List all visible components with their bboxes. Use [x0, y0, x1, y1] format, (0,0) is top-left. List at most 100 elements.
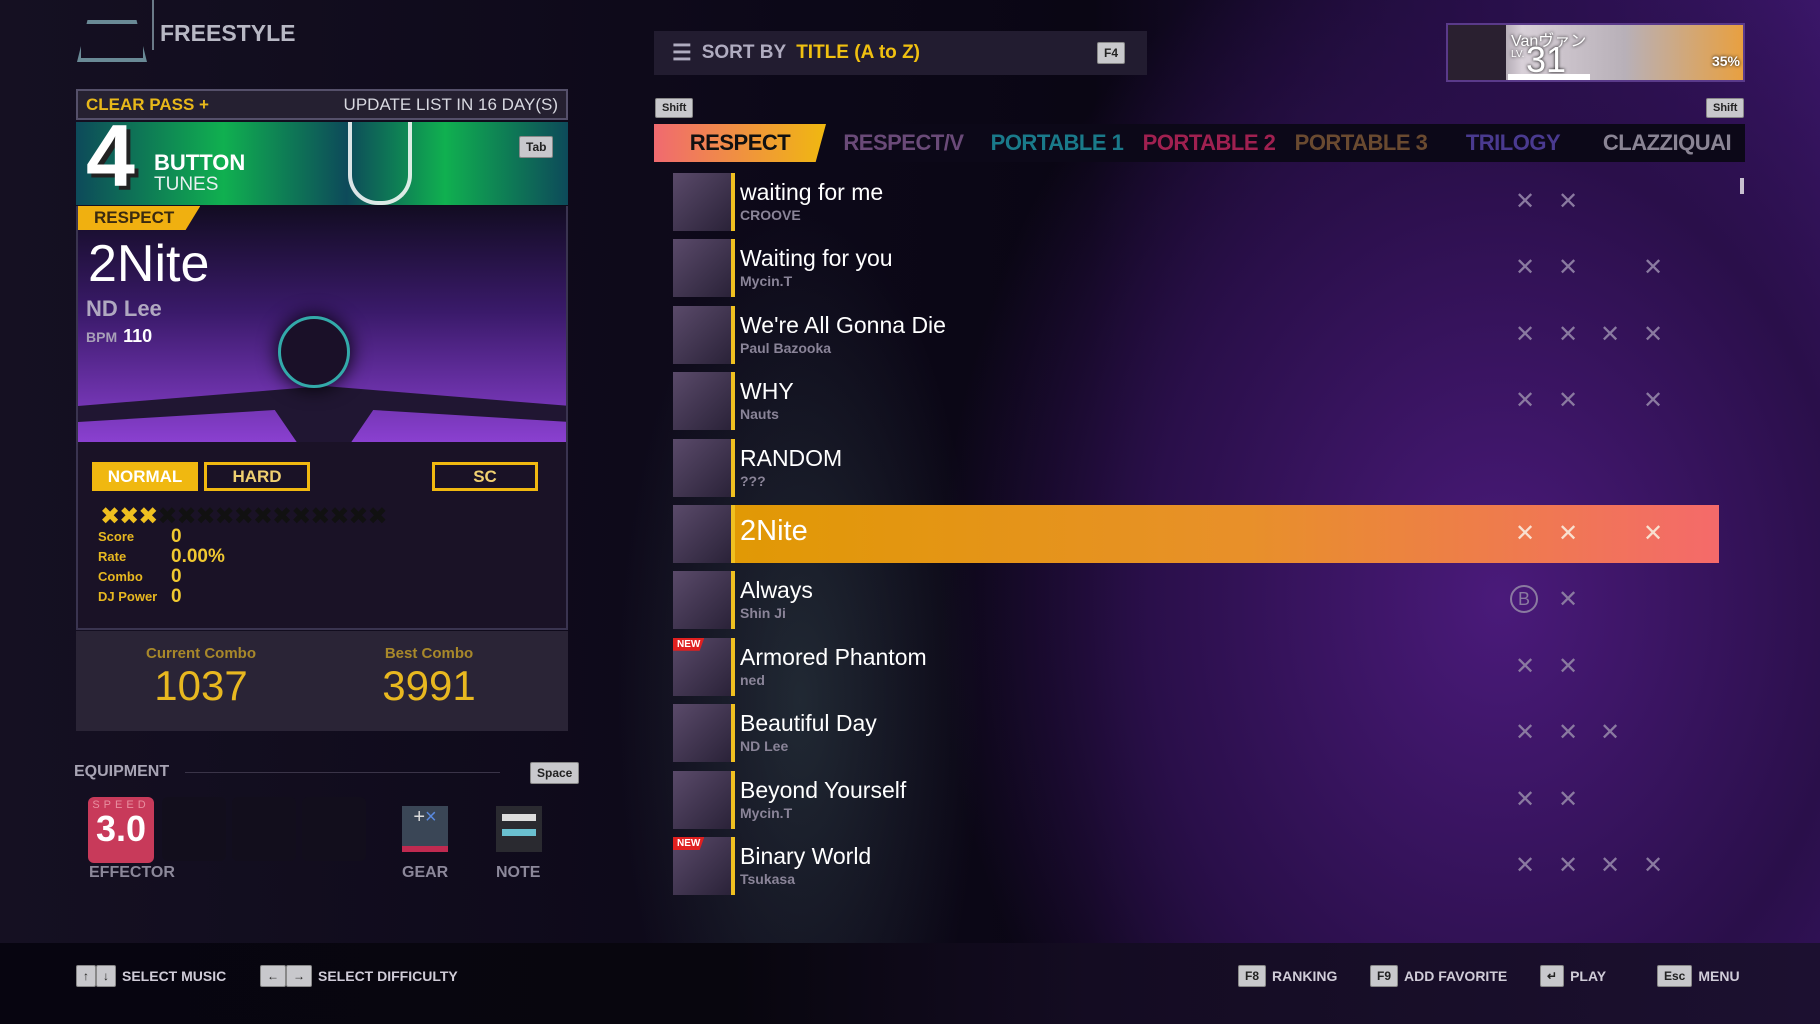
divider [731, 505, 735, 563]
effector-slot[interactable] [232, 797, 296, 861]
new-badge: NEW [673, 837, 705, 850]
star-empty-icon: ✖ [291, 503, 311, 530]
song-row-artist: Shin Ji [740, 605, 786, 622]
hint-select-music[interactable]: ↑ ↓ SELECT MUSIC [76, 965, 226, 987]
song-row-artist: ned [740, 671, 765, 688]
song-row[interactable]: Beyond Yourself Mycin.T ✕ ✕ [673, 770, 1719, 829]
song-row-title: 2Nite [740, 515, 808, 547]
tunes-label: TUNES [154, 174, 219, 195]
star-empty-icon: ✖ [195, 503, 216, 530]
hint-menu[interactable]: Esc MENU [1657, 965, 1740, 987]
key-cap: → [286, 965, 312, 987]
note-icon[interactable] [496, 806, 542, 852]
key-cap: ← [260, 965, 286, 987]
song-row[interactable]: Beautiful Day ND Lee ✕ ✕ ✕ [673, 704, 1719, 763]
song-thumbnail [673, 704, 731, 763]
stat-label: Rate [98, 549, 127, 564]
tab-trilogy[interactable]: TRILOGY [1437, 124, 1589, 162]
no-record-x-icon: ✕ [1642, 254, 1664, 282]
shift-right-key[interactable]: Shift [1706, 98, 1745, 118]
speed-effector[interactable]: SPEED 3.0 [88, 797, 154, 863]
level-stars: ✖✖✖✖✖✖✖✖✖✖✖✖✖✖✖ [100, 502, 388, 531]
song-row[interactable]: NEW Armored Phantom ned ✕ ✕ [673, 637, 1719, 696]
stat-value: 0 [171, 566, 182, 587]
song-row-title: waiting for me [740, 179, 884, 205]
song-row-title: Beautiful Day [740, 710, 877, 737]
no-record-x-icon: ✕ [1514, 254, 1536, 282]
key-group: F8 [1238, 965, 1267, 987]
song-row[interactable]: NEW Binary World Tsukasa ✕ ✕ ✕ ✕ [673, 837, 1719, 895]
song-row[interactable]: WHY Nauts ✕ ✕ ✕ [673, 372, 1719, 431]
hint-label: PLAY [1570, 968, 1607, 984]
divider [731, 837, 735, 895]
stat-value: 0 [171, 526, 182, 547]
shift-left-key[interactable]: Shift [655, 98, 694, 118]
song-row-artist: CROOVE [740, 207, 801, 223]
tab-respect-v[interactable]: RESPECT/V [826, 124, 981, 162]
song-row-artist: Paul Bazooka [740, 339, 832, 356]
song-row-title: Always [740, 577, 813, 604]
no-record-x-icon: ✕ [1599, 719, 1621, 747]
song-row[interactable]: RANDOM??? [673, 438, 1719, 497]
tab-respect[interactable]: RESPECT [654, 124, 826, 162]
no-record-x-icon: ✕ [1557, 852, 1579, 879]
difficulty-hard[interactable]: HARD [204, 462, 310, 491]
song-jacket: RESPECT 2Nite ND Lee BPM 110 [76, 206, 568, 442]
button-mode-banner[interactable]: 4 BUTTON TUNES Tab [76, 122, 568, 205]
effector-slot[interactable] [302, 797, 366, 861]
star-empty-icon: ✖ [348, 503, 368, 530]
clear-pass-bar[interactable]: CLEAR PASS + UPDATE LIST IN 16 DAY(S) [76, 89, 568, 120]
key-cap: ↑ [76, 965, 96, 987]
song-row[interactable]: Always Shin Ji B ✕ [673, 571, 1719, 630]
song-row[interactable]: We're All Gonna Die Paul Bazooka ✕ ✕ ✕ ✕ [673, 305, 1719, 364]
song-row[interactable]: Waiting for you Mycin.T ✕ ✕ ✕ [673, 239, 1719, 298]
song-thumbnail [673, 173, 731, 231]
tab-portable-3[interactable]: PORTABLE 3 [1285, 124, 1437, 162]
difficulty-normal[interactable]: NORMAL [92, 462, 198, 491]
no-record-x-icon: ✕ [1514, 652, 1536, 680]
effector-slot[interactable] [162, 797, 226, 861]
key-cap: F8 [1238, 965, 1267, 987]
gear-icon[interactable]: +× [402, 806, 448, 852]
hint-add-favorite[interactable]: F9 ADD FAVORITE [1370, 965, 1507, 987]
djmax-logo-icon [77, 20, 147, 62]
no-record-x-icon: ✕ [1557, 254, 1579, 282]
song-row[interactable]: waiting for me CROOVE ✕ ✕ [673, 173, 1719, 231]
song-row[interactable]: 2Nite ✕ ✕ ✕ [673, 505, 1719, 563]
best-combo-label: Best Combo [384, 645, 474, 662]
hint-ranking[interactable]: F8 RANKING [1238, 965, 1337, 987]
difficulty-sc[interactable]: SC [432, 462, 538, 491]
no-record-x-icon: ✕ [1557, 785, 1579, 813]
tab-clazziquai[interactable]: CLAZZIQUAI [1589, 124, 1745, 162]
divider [731, 305, 735, 364]
no-record-x-icon: ✕ [1642, 320, 1664, 348]
stat-label: Combo [98, 569, 143, 584]
exp-percent: 35% [1711, 53, 1740, 69]
bpm-value: 110 [123, 326, 153, 346]
tab-portable-2[interactable]: PORTABLE 2 [1133, 124, 1285, 162]
hint-select-difficulty[interactable]: ← → SELECT DIFFICULTY [260, 965, 458, 987]
star-filled-icon: ✖ [119, 503, 139, 530]
space-key[interactable]: Space [530, 762, 580, 784]
sort-bar[interactable]: ☰ SORT BY TITLE (A to Z) F4 [654, 31, 1147, 75]
no-record-x-icon: ✕ [1599, 320, 1621, 348]
song-thumbnail [673, 770, 731, 829]
combo-box: Current Combo 1037 Best Combo 3991 [76, 631, 568, 731]
hint-label: SELECT DIFFICULTY [318, 968, 458, 984]
star-empty-icon: ✖ [252, 503, 273, 530]
f4-key[interactable]: F4 [1096, 42, 1125, 64]
tab-portable-1[interactable]: PORTABLE 1 [981, 124, 1133, 162]
tab-key[interactable]: Tab [519, 136, 554, 158]
scrollbar[interactable] [1740, 178, 1744, 194]
divider [152, 0, 154, 50]
key-cap: ↓ [96, 965, 116, 987]
hint-play[interactable]: ↵ PLAY [1540, 965, 1606, 987]
star-empty-icon: ✖ [329, 503, 349, 530]
bpm: BPM 110 [86, 326, 152, 347]
player-profile[interactable]: Vanヴァン LV. 31 35% [1446, 23, 1745, 82]
song-thumbnail [673, 305, 731, 364]
star-empty-icon: ✖ [233, 503, 254, 530]
new-badge: NEW [673, 637, 705, 651]
hint-label: MENU [1698, 968, 1740, 984]
no-record-x-icon: ✕ [1642, 852, 1664, 879]
